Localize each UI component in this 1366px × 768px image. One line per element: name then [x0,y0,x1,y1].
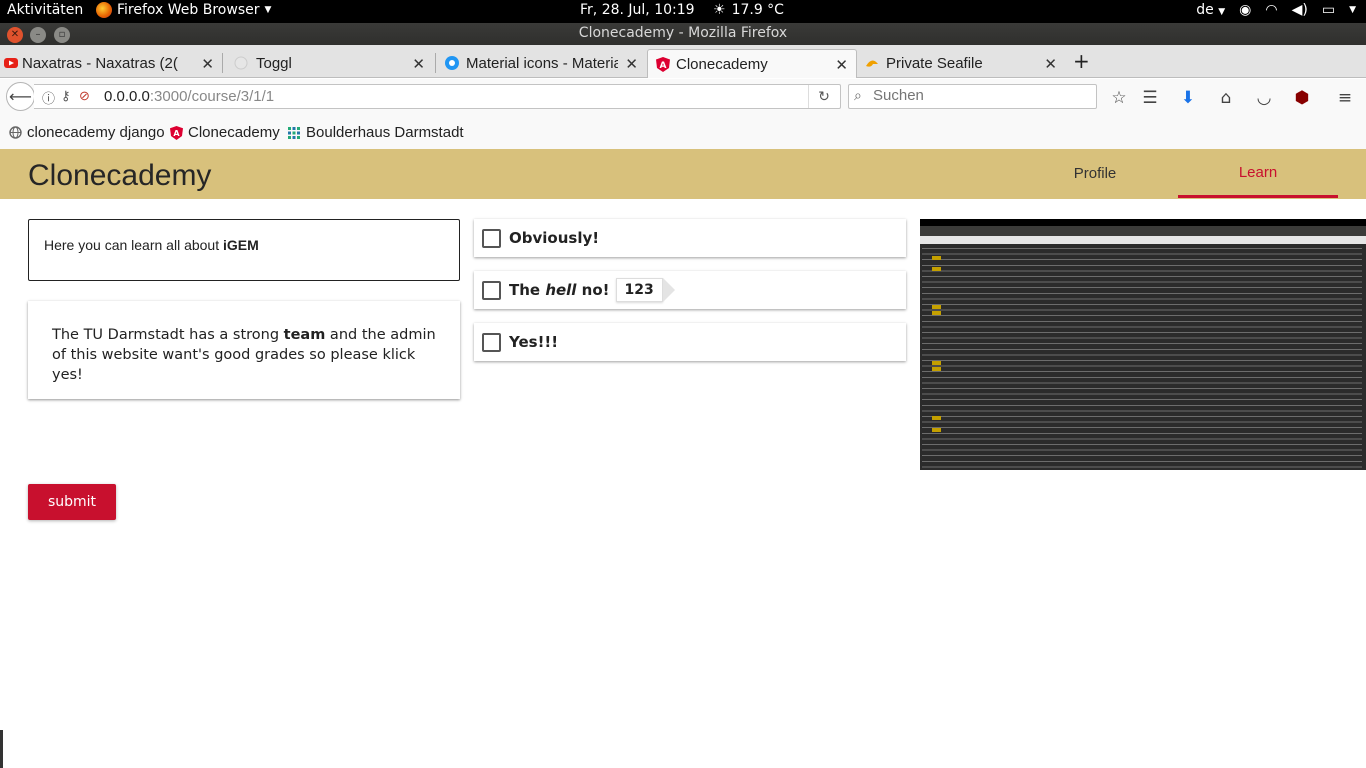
search-icon: ⌕ [854,87,862,103]
search-bar[interactable]: ⌕ [848,84,1097,109]
url-bar[interactable]: ⓘ ⚷ ⊘ 0.0.0.0:3000/course/3/1/1 ↻ [34,84,841,109]
bookmark-label: clonecademy django [27,124,165,141]
wifi-icon[interactable]: ◠ [1265,2,1277,18]
window-title: Clonecademy - Mozilla Firefox [578,25,788,41]
svg-text:A: A [173,129,180,138]
weather-temp: 17.9 °C [731,2,784,18]
system-tray[interactable]: de ▼ ◉ ◠ ◀) ▭ ▼ [1196,2,1356,18]
submit-button[interactable]: submit [28,484,116,520]
gnome-top-bar: Aktivitäten Firefox Web Browser ▼ Fr, 28… [0,0,1366,23]
svg-text:A: A [660,61,667,71]
close-icon[interactable]: ✕ [412,55,425,73]
info-icon[interactable]: ⓘ [42,88,55,107]
search-input[interactable] [873,87,1088,104]
answer-option-hell-no[interactable]: The hell no! 123 [474,271,906,309]
nav-learn[interactable]: Learn [1178,149,1338,198]
tab-material-icons[interactable]: Material icons - Materia ✕ [440,49,646,78]
angular-icon: A [170,126,183,140]
question-text-card: The TU Darmstadt has a strong team and t… [28,301,460,399]
answer-option-obviously[interactable]: Obviously! [474,219,906,257]
navigation-bar: ⟵ ⓘ ⚷ ⊘ 0.0.0.0:3000/course/3/1/1 ↻ ⌕ ☆ … [0,79,1366,115]
pocket-icon[interactable]: ◡ [1254,88,1274,108]
weather[interactable]: ☀ 17.9 °C [713,2,784,18]
question-text-strong: team [283,327,326,343]
tab-label: Clonecademy [676,55,768,73]
reading-list-icon[interactable]: ☰ [1140,88,1160,108]
back-button[interactable]: ⟵ [6,82,35,111]
app-menu[interactable]: Firefox Web Browser ▼ [96,2,271,18]
tab-label: Material icons - Materia [466,55,618,72]
intro-card: Here you can learn all about iGEM [28,219,460,281]
tab-naxatras[interactable]: Naxatras - Naxatras (2( ✕ [0,49,222,78]
battery-icon[interactable]: ▭ [1322,2,1335,18]
checkbox[interactable] [482,281,501,300]
tab-label: Private Seafile [886,55,983,72]
activities-button[interactable]: Aktivitäten [7,2,83,18]
checkbox[interactable] [482,333,501,352]
material-icon [445,56,459,70]
window-edge [0,730,3,768]
insecure-lock-icon: ⊘ [79,88,90,103]
weather-icon: ☀ [713,2,726,18]
checkbox[interactable] [482,229,501,248]
close-icon[interactable]: ✕ [201,55,214,73]
globe-icon [9,126,22,139]
close-icon[interactable]: ✕ [1044,55,1057,73]
angular-icon: A [656,57,670,72]
answer-label: Obviously! [509,229,600,247]
answer-label: Yes!!! [509,333,559,351]
bookmarks-bar: clonecademy django A Clonecademy Boulder… [0,115,1366,149]
firefox-icon [96,2,112,18]
page-content: Clonecademy Profile Learn Here you can l… [0,149,1366,768]
menu-icon[interactable]: ≡ [1335,88,1355,108]
question-text-part1: The TU Darmstadt has a strong [52,327,284,343]
app-menu-label: Firefox Web Browser [117,2,260,18]
bookmark-label: Boulderhaus Darmstadt [306,124,464,141]
chevron-down-icon[interactable]: ▼ [1349,5,1356,15]
download-icon[interactable]: ⬇ [1178,88,1198,108]
answer-label: The hell no! [509,281,610,299]
settings-icon[interactable]: ◉ [1239,2,1251,18]
app-toolbar: Clonecademy Profile Learn [0,149,1366,199]
youtube-icon [4,56,18,70]
bookmark-clonecademy-django[interactable]: clonecademy django [9,124,165,141]
bookmark-clonecademy[interactable]: A Clonecademy [170,124,280,141]
new-tab-button[interactable]: + [1073,49,1090,73]
answer-option-yes[interactable]: Yes!!! [474,323,906,361]
intro-text: Here you can learn all about [44,237,223,253]
keyboard-layout[interactable]: de ▼ [1196,2,1225,18]
key-icon: ⚷ [61,88,71,103]
grid-icon [288,126,301,139]
toggl-icon [234,56,248,70]
bookmark-boulderhaus[interactable]: Boulderhaus Darmstadt [288,124,464,141]
close-icon[interactable]: ✕ [625,55,638,73]
close-icon[interactable]: ✕ [835,56,848,74]
seafile-icon [865,56,879,70]
ublock-icon[interactable]: ⬢ [1292,88,1312,108]
bookmark-label: Clonecademy [188,124,280,141]
tab-label: Naxatras - Naxatras (2( [22,55,178,72]
tab-toggl[interactable]: Toggl ✕ [228,49,433,78]
url-text[interactable]: 0.0.0.0:3000/course/3/1/1 [104,88,274,105]
app-brand[interactable]: Clonecademy [28,159,211,193]
terminal-screenshot-image [920,219,1366,470]
tab-clonecademy[interactable]: A Clonecademy ✕ [647,49,857,78]
chevron-down-icon: ▼ [264,5,272,15]
nav-profile[interactable]: Profile [1015,149,1175,198]
bookmark-star-icon[interactable]: ☆ [1109,88,1129,108]
tab-strip: Naxatras - Naxatras (2( ✕ Toggl ✕ Materi… [0,45,1366,78]
clock[interactable]: Fr, 28. Jul, 10:19 [580,2,695,18]
home-icon[interactable]: ⌂ [1216,88,1236,108]
count-badge: 123 [615,278,676,302]
reload-icon[interactable]: ↻ [808,85,839,108]
tab-label: Toggl [256,55,292,72]
intro-topic: iGEM [223,237,259,253]
window-titlebar: ✕ – ▫ Clonecademy - Mozilla Firefox [0,23,1366,45]
volume-icon[interactable]: ◀) [1292,2,1308,18]
tab-seafile[interactable]: Private Seafile ✕ [858,49,1065,78]
